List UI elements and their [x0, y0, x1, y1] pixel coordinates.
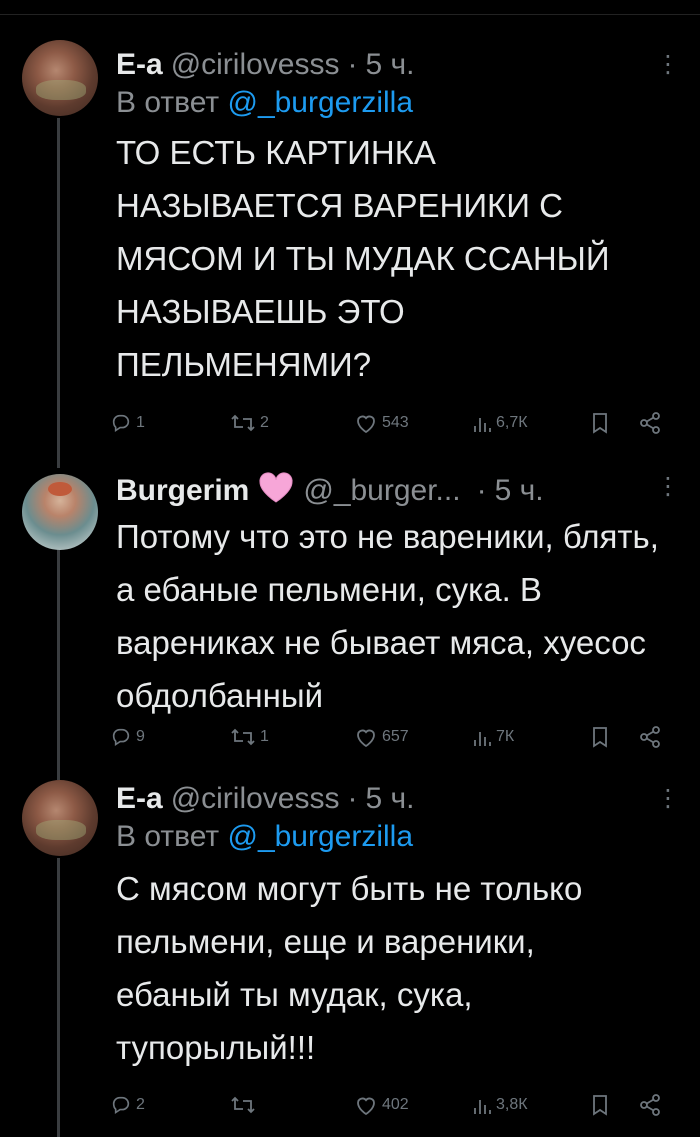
tweet-actions: 1 2 543 6,7К — [110, 408, 670, 438]
tweet[interactable]: Burgerim @_burger... · 5 ч. Потому что э… — [0, 460, 700, 780]
tweet-header: E-a @cirilovesss · 5 ч. — [116, 46, 680, 84]
separator-dot: · — [347, 48, 358, 81]
reply-to-line: В ответ @_burgerzilla — [116, 84, 680, 122]
tweet-actions: 9 1 657 7К — [110, 722, 670, 752]
reply-prefix: В ответ — [116, 86, 228, 119]
like-count: 402 — [382, 1096, 409, 1113]
tweet[interactable]: E-a @cirilovesss · 5 ч. В ответ @_burger… — [0, 0, 700, 460]
reply-icon — [112, 728, 130, 747]
views-icon — [474, 418, 491, 432]
user-handle[interactable]: @_burger... — [303, 472, 460, 510]
tweet-text: ТО ЕСТЬ КАРТИНКА НАЗЫВАЕТСЯ ВАРЕНИКИ С М… — [116, 134, 610, 383]
separator-dot: · — [347, 782, 358, 815]
timestamp[interactable]: 5 ч. — [366, 46, 415, 84]
reply-count: 1 — [136, 414, 145, 431]
reply-button[interactable]: 9 — [110, 722, 145, 752]
share-button[interactable] — [638, 722, 662, 752]
more-vertical-icon[interactable]: ⋮ — [656, 780, 680, 818]
tweet-actions: 2 402 3,8К — [110, 1090, 670, 1120]
views-button[interactable]: 7К — [472, 722, 514, 752]
tweet-text: Потому что это не вареники, блять, а еба… — [116, 518, 659, 714]
retweet-button[interactable] — [230, 1090, 260, 1120]
reply-icon — [112, 1096, 130, 1115]
like-icon — [357, 415, 375, 434]
retweet-icon — [231, 1096, 255, 1114]
like-icon — [357, 729, 375, 748]
more-vertical-icon[interactable]: ⋮ — [656, 468, 680, 506]
share-icon — [640, 412, 660, 434]
views-icon — [474, 732, 491, 746]
like-button[interactable]: 543 — [354, 408, 409, 438]
share-button[interactable] — [638, 408, 662, 438]
views-icon — [474, 1100, 491, 1114]
like-count: 543 — [382, 414, 409, 431]
retweet-button[interactable]: 1 — [230, 722, 269, 752]
reply-button[interactable]: 1 — [110, 408, 145, 438]
display-name[interactable]: Burgerim — [116, 472, 249, 510]
views-count: 6,7К — [496, 414, 528, 431]
like-button[interactable]: 402 — [354, 1090, 409, 1120]
views-count: 3,8К — [496, 1096, 528, 1113]
reply-button[interactable]: 2 — [110, 1090, 145, 1120]
reply-prefix: В ответ — [116, 820, 228, 853]
user-handle[interactable]: @cirilovesss — [171, 46, 340, 84]
bookmark-button[interactable] — [590, 1090, 610, 1120]
avatar[interactable] — [22, 474, 98, 550]
timestamp[interactable]: 5 ч. — [366, 780, 415, 818]
reply-mention-link[interactable]: @_burgerzilla — [227, 820, 413, 853]
like-count: 657 — [382, 728, 409, 745]
bookmark-button[interactable] — [590, 408, 610, 438]
timestamp[interactable]: 5 ч. — [495, 472, 544, 510]
retweet-count: 2 — [260, 414, 269, 431]
display-name[interactable]: E-a — [116, 46, 163, 84]
reply-count: 9 — [136, 728, 145, 745]
bookmark-button[interactable] — [590, 722, 610, 752]
avatar[interactable] — [22, 40, 98, 116]
retweet-icon — [231, 414, 255, 432]
reply-to-line: В ответ @_burgerzilla — [116, 818, 680, 856]
pink-heart-icon — [257, 472, 295, 503]
tweet-text: С мясом могут быть не только пельмени, е… — [116, 870, 583, 1066]
views-count: 7К — [496, 728, 515, 745]
share-icon — [640, 726, 660, 748]
display-name[interactable]: E-a — [116, 780, 163, 818]
views-button[interactable]: 6,7К — [472, 408, 528, 438]
share-button[interactable] — [638, 1090, 662, 1120]
retweet-button[interactable]: 2 — [230, 408, 269, 438]
share-icon — [640, 1094, 660, 1116]
bookmark-icon — [593, 727, 607, 748]
reply-count: 2 — [136, 1096, 145, 1113]
tweet-header: Burgerim @_burger... · 5 ч. — [116, 468, 680, 510]
reply-mention-link[interactable]: @_burgerzilla — [227, 86, 413, 119]
like-button[interactable]: 657 — [354, 722, 409, 752]
retweet-count: 1 — [260, 728, 269, 745]
user-handle[interactable]: @cirilovesss — [171, 780, 340, 818]
more-vertical-icon[interactable]: ⋮ — [656, 46, 680, 84]
reply-icon — [112, 414, 130, 433]
tweet-header: E-a @cirilovesss · 5 ч. — [116, 780, 680, 818]
bookmark-icon — [593, 1095, 607, 1116]
retweet-icon — [231, 728, 255, 746]
tweet[interactable]: E-a @cirilovesss · 5 ч. В ответ @_burger… — [0, 780, 700, 1137]
avatar[interactable] — [22, 780, 98, 856]
like-icon — [357, 1097, 375, 1116]
bookmark-icon — [593, 413, 607, 434]
separator-dot: · — [476, 474, 487, 507]
views-button[interactable]: 3,8К — [472, 1090, 528, 1120]
